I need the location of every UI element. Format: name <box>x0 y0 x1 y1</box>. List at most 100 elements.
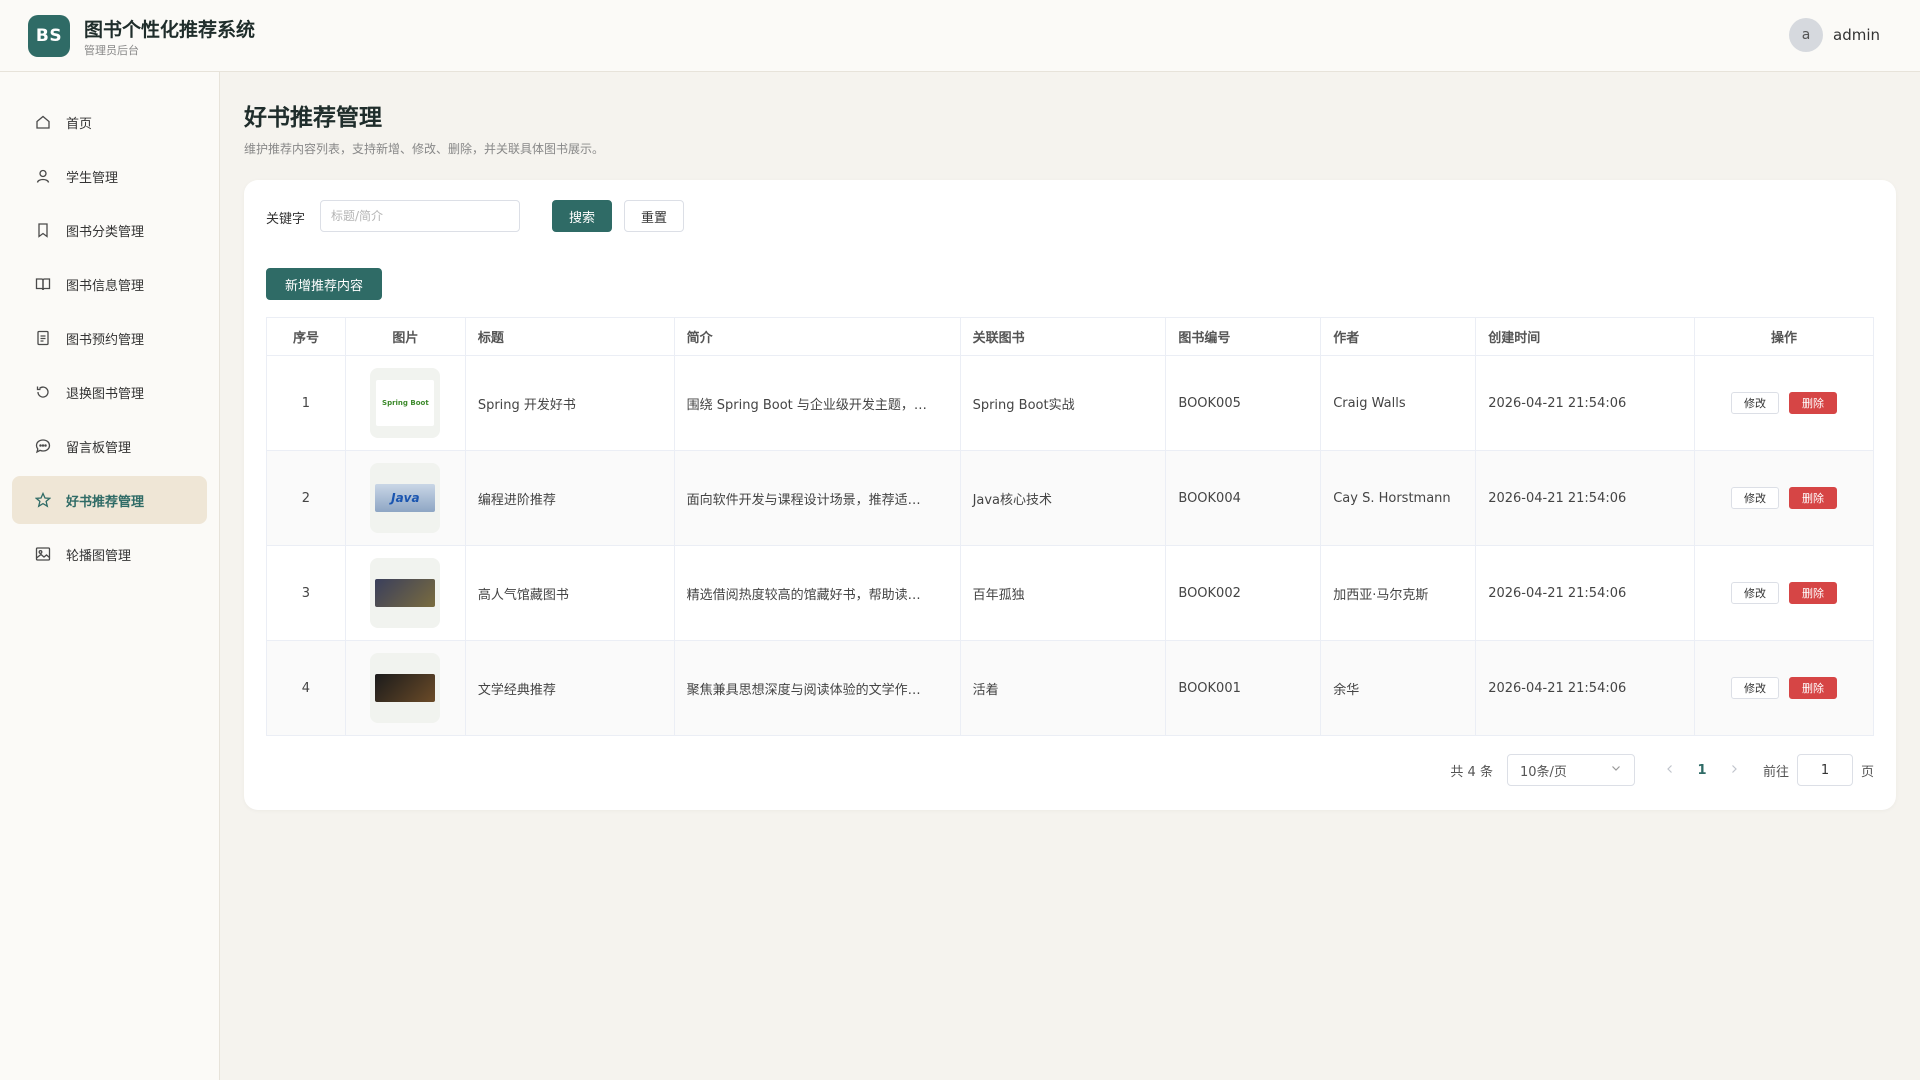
page-size-value: 10条/页 <box>1519 764 1567 780</box>
cell-title: 文学经典推荐 <box>465 640 675 736</box>
cover-thumbnail <box>375 579 436 607</box>
cell-actions: 修改 删除 <box>1694 640 1874 736</box>
cell-index: 1 <box>266 355 346 451</box>
cell-created: 2026-04-21 21:54:06 <box>1475 640 1696 736</box>
sidebar-item-carousel[interactable]: 轮播图管理 <box>12 530 207 578</box>
add-recommendation-button[interactable]: 新增推荐内容 <box>266 268 382 300</box>
sidebar-item-label: 图书分类管理 <box>66 224 145 240</box>
cell-author: 余华 <box>1320 640 1477 736</box>
sidebar-item-home[interactable]: 首页 <box>12 98 207 146</box>
page-unit-label: 页 <box>1860 764 1874 780</box>
refresh-icon <box>34 383 52 401</box>
delete-button[interactable]: 删除 <box>1789 677 1838 699</box>
sidebar-item-label: 图书预约管理 <box>66 332 145 348</box>
goto-label: 前往 <box>1762 764 1789 780</box>
page-title: 好书推荐管理 <box>244 105 382 131</box>
cell-created: 2026-04-21 21:54:06 <box>1475 355 1696 451</box>
delete-button[interactable]: 删除 <box>1789 582 1838 604</box>
sidebar-item-book-categories[interactable]: 图书分类管理 <box>12 206 207 254</box>
sidebar-item-message-board[interactable]: 留言板管理 <box>12 422 207 470</box>
prev-page-button[interactable] <box>1655 763 1685 778</box>
cover-thumbnail: Java <box>375 484 436 512</box>
sidebar-item-book-returns[interactable]: 退换图书管理 <box>12 368 207 416</box>
delete-button[interactable]: 删除 <box>1789 487 1838 509</box>
sidebar-item-label: 首页 <box>66 116 93 132</box>
user-menu[interactable]: a admin <box>1789 18 1880 52</box>
edit-button[interactable]: 修改 <box>1731 677 1780 699</box>
content-card: 关键字 搜索 重置 新增推荐内容 序号 图片 标题 简介 关联图书 图书编号 作… <box>244 180 1896 810</box>
edit-button[interactable]: 修改 <box>1731 487 1780 509</box>
table-row: 2 Java 编程进阶推荐 面向软件开发与课程设计场景，推荐适… Java核心技… <box>266 450 1874 546</box>
cell-book-no: BOOK002 <box>1165 545 1322 641</box>
column-header-book: 关联图书 <box>960 317 1167 356</box>
document-icon <box>34 329 52 347</box>
cell-intro: 精选借阅热度较高的馆藏好书，帮助读… <box>674 545 961 641</box>
avatar[interactable]: a <box>1789 18 1823 52</box>
cell-actions: 修改 删除 <box>1694 545 1874 641</box>
chat-icon <box>34 437 52 455</box>
home-icon <box>34 113 52 131</box>
app-title: 图书个性化推荐系统 <box>84 19 256 41</box>
cell-actions: 修改 删除 <box>1694 355 1874 451</box>
cell-index: 2 <box>266 450 346 546</box>
pagination: 共 4 条 10条/页 1 前往 页 <box>1450 754 1874 786</box>
cell-title: 编程进阶推荐 <box>465 450 675 546</box>
table-header-row: 序号 图片 标题 简介 关联图书 图书编号 作者 创建时间 操作 <box>266 317 1874 356</box>
delete-button[interactable]: 删除 <box>1789 392 1838 414</box>
search-button[interactable]: 搜索 <box>552 200 612 232</box>
cover-thumbnail <box>375 674 436 702</box>
book-cover-image <box>370 653 441 723</box>
sidebar-item-book-recommendations[interactable]: 好书推荐管理 <box>12 476 207 524</box>
keyword-input[interactable] <box>320 200 520 232</box>
cell-image <box>345 640 466 736</box>
column-header-author: 作者 <box>1320 317 1477 356</box>
column-header-created: 创建时间 <box>1475 317 1696 356</box>
recommendation-table: 序号 图片 标题 简介 关联图书 图书编号 作者 创建时间 操作 1 Sprin <box>266 317 1874 736</box>
next-page-button[interactable] <box>1719 763 1749 778</box>
column-header-title: 标题 <box>465 317 675 356</box>
column-header-intro: 简介 <box>674 317 961 356</box>
cell-book-no: BOOK005 <box>1165 355 1322 451</box>
sidebar-item-label: 图书信息管理 <box>66 278 145 294</box>
app-logo: BS <box>28 15 70 57</box>
sidebar-item-label: 学生管理 <box>66 170 119 186</box>
edit-button[interactable]: 修改 <box>1731 392 1780 414</box>
total-count: 共 4 条 <box>1450 764 1493 780</box>
cell-image: Spring Boot <box>345 355 466 451</box>
page-size-select[interactable]: 10条/页 <box>1506 754 1635 786</box>
sidebar: 首页 学生管理 图书分类管理 图书信息管理 图书预约管理 退换图书管理 留言板管… <box>0 72 220 1080</box>
user-icon <box>34 167 52 185</box>
sidebar-item-book-info[interactable]: 图书信息管理 <box>12 260 207 308</box>
book-cover-image <box>370 558 441 628</box>
sidebar-item-label: 留言板管理 <box>66 440 132 456</box>
username[interactable]: admin <box>1833 26 1880 44</box>
cell-index: 4 <box>266 640 346 736</box>
column-header-actions: 操作 <box>1694 317 1874 356</box>
sidebar-item-label: 轮播图管理 <box>66 548 132 564</box>
cell-intro: 聚焦兼具思想深度与阅读体验的文学作… <box>674 640 961 736</box>
cover-label: Java <box>391 491 420 505</box>
cell-title: 高人气馆藏图书 <box>465 545 675 641</box>
sidebar-item-students[interactable]: 学生管理 <box>12 152 207 200</box>
page-description: 维护推荐内容列表，支持新增、修改、删除，并关联具体图书展示。 <box>244 142 605 156</box>
goto-page-input[interactable] <box>1796 754 1853 786</box>
cover-thumbnail: Spring Boot <box>376 380 435 426</box>
main-content: 好书推荐管理 维护推荐内容列表，支持新增、修改、删除，并关联具体图书展示。 关键… <box>220 72 1920 1080</box>
cell-intro: 围绕 Spring Boot 与企业级开发主题，… <box>674 355 961 451</box>
sidebar-item-book-reservations[interactable]: 图书预约管理 <box>12 314 207 362</box>
cell-book: Spring Boot实战 <box>960 355 1167 451</box>
cell-image: Java <box>345 450 466 546</box>
book-cover-image: Java <box>370 463 441 533</box>
cell-author: 加西亚·马尔克斯 <box>1320 545 1477 641</box>
edit-button[interactable]: 修改 <box>1731 582 1780 604</box>
table-row: 1 Spring Boot Spring 开发好书 围绕 Spring Boot… <box>266 355 1874 451</box>
app-subtitle: 管理员后台 <box>84 44 139 57</box>
image-icon <box>34 545 52 563</box>
cell-created: 2026-04-21 21:54:06 <box>1475 545 1696 641</box>
cell-created: 2026-04-21 21:54:06 <box>1475 450 1696 546</box>
column-header-index: 序号 <box>266 317 346 356</box>
book-cover-image: Spring Boot <box>370 368 441 438</box>
current-page[interactable]: 1 <box>1685 763 1719 778</box>
keyword-label: 关键字 <box>266 212 306 227</box>
reset-button[interactable]: 重置 <box>624 200 684 232</box>
